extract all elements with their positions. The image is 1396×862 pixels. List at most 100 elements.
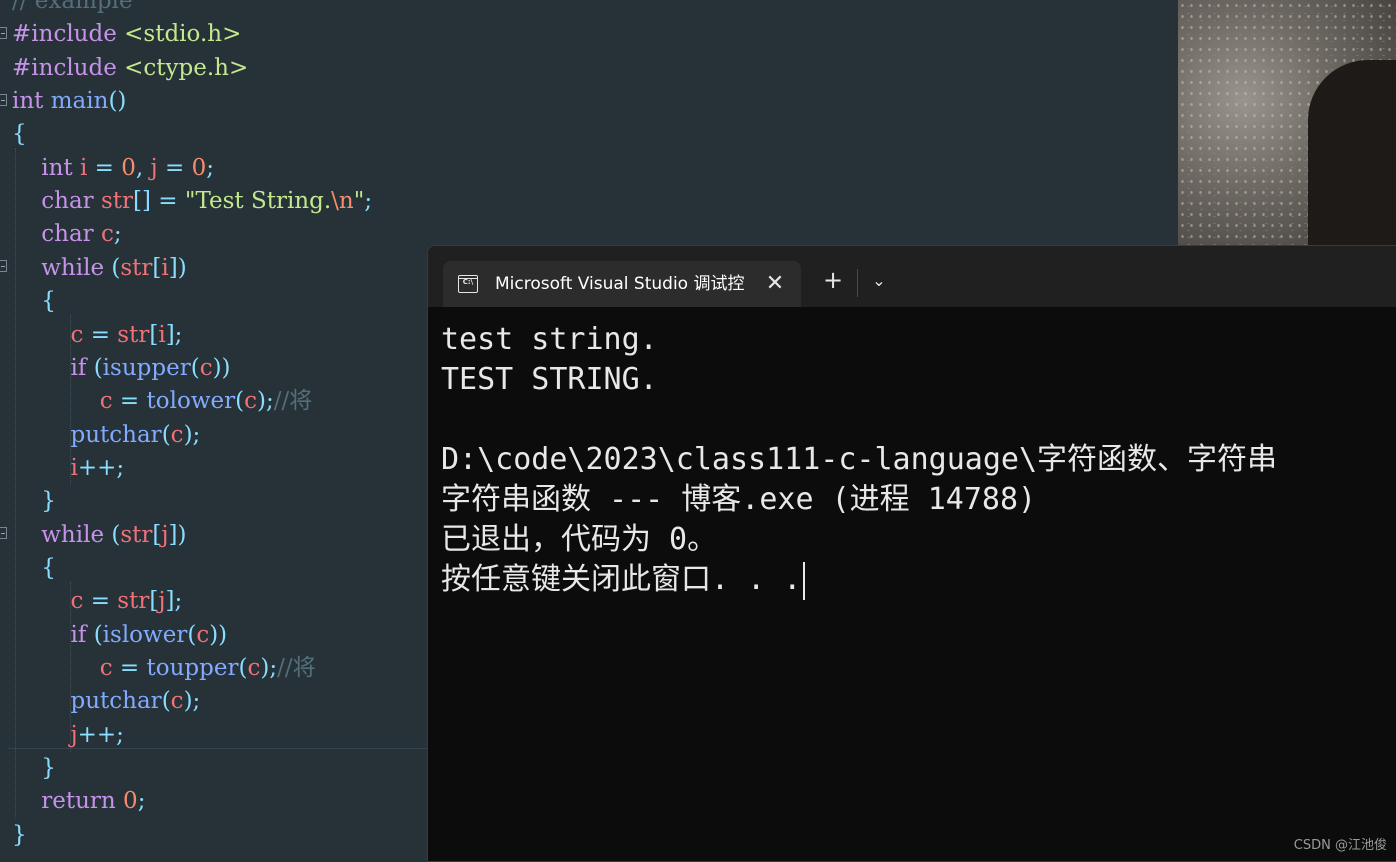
code-token: ( xyxy=(93,354,103,381)
watermark: CSDN @江池俊 xyxy=(1293,838,1387,853)
code-token: putchar xyxy=(70,421,162,448)
terminal-tab[interactable]: C:\ Microsoft Visual Studio 调试控 ✕ xyxy=(443,261,801,307)
code-token: while xyxy=(41,254,105,281)
code-token: )) xyxy=(209,621,228,648)
code-line: if (isupper(c)) xyxy=(12,352,231,385)
code-token: //将 xyxy=(273,388,313,415)
code-token: \n xyxy=(331,188,354,215)
code-token: return xyxy=(41,788,116,815)
output-line: 字符串函数 --- 博客.exe (进程 14788) xyxy=(441,482,1037,517)
code-token: ; xyxy=(206,154,214,181)
code-line: { xyxy=(12,552,56,585)
code-token: = xyxy=(83,588,118,615)
code-line: return 0; xyxy=(12,785,145,818)
code-token: } xyxy=(41,488,56,515)
indent-guide xyxy=(15,148,16,818)
tab-title: Microsoft Visual Studio 调试控 xyxy=(495,274,745,294)
code-token: int xyxy=(12,88,44,115)
code-token: tolower xyxy=(146,388,236,415)
code-token: c xyxy=(99,655,113,681)
code-line: putchar(c); xyxy=(12,419,201,452)
code-token: " xyxy=(353,188,365,215)
code-token: "Test String. xyxy=(184,188,332,215)
code-token: ( xyxy=(161,421,171,448)
code-token: ( xyxy=(190,354,200,381)
code-token: ++; xyxy=(77,721,124,748)
code-token: c xyxy=(244,388,257,415)
code-token: putchar xyxy=(70,688,162,715)
code-line: } xyxy=(12,752,56,785)
code-token: c xyxy=(196,621,210,648)
fold-toggle-icon[interactable] xyxy=(0,27,7,39)
code-token: 0 xyxy=(123,788,138,815)
code-token: ); xyxy=(183,421,201,448)
code-line: // example xyxy=(12,0,133,18)
code-token: #include xyxy=(12,54,117,81)
code-token: toupper xyxy=(146,655,239,681)
terminal-output[interactable]: test string. TEST STRING. D:\code\2023\c… xyxy=(441,320,1396,600)
chevron-down-icon[interactable]: ⌄ xyxy=(865,267,893,295)
code-line: if (islower(c)) xyxy=(12,619,228,652)
debug-console-window[interactable]: C:\ Microsoft Visual Studio 调试控 ✕ + ⌄ te… xyxy=(427,245,1396,862)
indent-guide xyxy=(70,582,71,752)
code-token: i xyxy=(161,254,169,281)
code-line: { xyxy=(12,285,56,318)
close-tab-button[interactable]: ✕ xyxy=(761,270,789,298)
code-token: char xyxy=(41,188,94,215)
code-token: [ xyxy=(149,588,159,615)
code-token: ]; xyxy=(165,321,183,348)
code-token: ]) xyxy=(168,254,187,281)
code-token: = xyxy=(83,321,118,348)
code-token: <stdio.h> xyxy=(124,21,242,48)
console-icon: C:\ xyxy=(458,275,478,293)
code-token: int xyxy=(41,154,73,181)
code-token: j xyxy=(70,721,78,748)
code-token: ]; xyxy=(165,588,183,615)
code-line: i++; xyxy=(12,452,125,485)
code-token: c xyxy=(70,321,84,348)
fold-toggle-icon[interactable] xyxy=(0,94,7,106)
code-token: c xyxy=(170,688,184,715)
terminal-titlebar[interactable]: C:\ Microsoft Visual Studio 调试控 ✕ + ⌄ xyxy=(428,246,1396,307)
code-line: } xyxy=(12,819,27,852)
code-token: } xyxy=(12,821,27,848)
code-token: i xyxy=(158,321,166,348)
new-tab-button[interactable]: + xyxy=(818,265,848,295)
code-token: = xyxy=(87,154,122,181)
code-token: str xyxy=(117,321,150,348)
code-token: ++; xyxy=(77,454,125,481)
code-token: c xyxy=(99,388,113,415)
fold-toggle-icon[interactable] xyxy=(0,260,7,272)
code-token: ); xyxy=(183,688,201,715)
output-text: 按任意键关闭此窗口. . . xyxy=(441,562,802,597)
fold-toggle-icon[interactable] xyxy=(0,527,7,539)
output-line: D:\code\2023\class111-c-language\字符函数、字符… xyxy=(441,442,1278,477)
code-token: ; xyxy=(364,188,373,215)
code-token: )) xyxy=(212,354,231,381)
code-token: j xyxy=(150,154,158,181)
code-token: while xyxy=(41,521,105,548)
code-line: c = str[j]; xyxy=(12,585,183,618)
code-token: 0 xyxy=(121,154,136,181)
code-token: [ xyxy=(149,321,159,348)
code-token: islower xyxy=(102,621,188,648)
code-token: <ctype.h> xyxy=(124,54,249,81)
code-line: #include <ctype.h> xyxy=(12,52,248,85)
code-token: ); xyxy=(257,388,274,415)
